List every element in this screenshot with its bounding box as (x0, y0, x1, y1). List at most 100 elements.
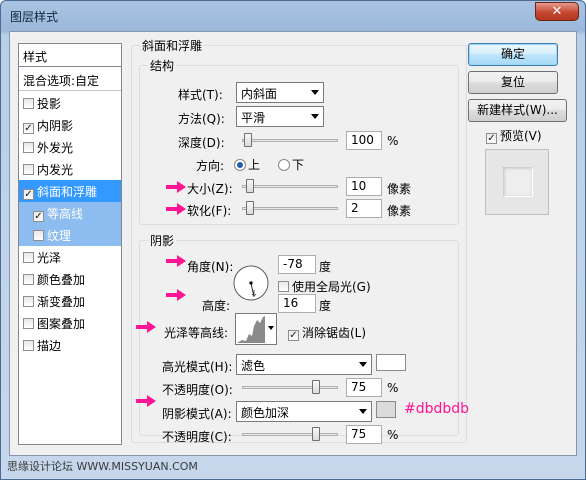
style-item-label: 内阴影 (37, 119, 74, 133)
style-item-contour[interactable]: ✓ 等高线 (19, 202, 121, 224)
checkbox-icon[interactable] (23, 274, 34, 285)
style-item-label: 等高线 (47, 207, 84, 221)
style-item-label: 内发光 (37, 163, 74, 177)
style-item-label: 投影 (37, 97, 62, 111)
size-slider-thumb[interactable] (246, 179, 254, 193)
style-item-drop-shadow[interactable]: 投影 (19, 92, 121, 114)
shadow-opacity-thumb[interactable] (312, 427, 320, 441)
highlight-opacity-thumb[interactable] (312, 380, 320, 394)
highlight-opacity-unit: % (387, 381, 399, 395)
altitude-unit: 度 (319, 299, 332, 313)
style-item-texture[interactable]: 纹理 (19, 224, 121, 246)
arrow-right-icon (136, 395, 156, 407)
style-item-label: 图案叠加 (37, 317, 86, 331)
style-preview-thumbnail (485, 149, 549, 215)
dialog-client: 样式 混合选项:自定 投影 ✓ 内阴影 外发光 内发光 ✓ 斜面和浮雕 ✓ 等高线 纹理 光泽 颜色叠… (9, 31, 577, 456)
style-item-label: 渐变叠加 (37, 295, 86, 309)
angle-label: 角度(N): (187, 260, 234, 274)
depth-input[interactable]: 100 (346, 131, 382, 150)
direction-up-radio[interactable]: 上 (234, 156, 260, 173)
shadow-opacity-slider[interactable] (242, 427, 338, 441)
soften-input[interactable]: 2 (346, 199, 382, 218)
global-light-checkbox[interactable]: 使用全局光(G) (278, 278, 371, 295)
style-select-value: 内斜面 (241, 87, 278, 101)
style-item-label: 描边 (37, 339, 62, 353)
soften-label: 软化(F): (187, 204, 232, 218)
style-item-color-overlay[interactable]: 颜色叠加 (19, 268, 121, 290)
shadow-color-annotation: #dbdbdb (404, 401, 470, 417)
checkbox-icon: ✓ (288, 330, 299, 341)
close-button[interactable]: ✕ (535, 2, 579, 21)
checkbox-icon[interactable]: ✓ (23, 123, 34, 134)
highlight-mode-select[interactable]: 滤色 (236, 354, 372, 375)
shadow-mode-select[interactable]: 颜色加深 (236, 401, 372, 422)
size-input[interactable]: 10 (346, 177, 382, 196)
style-item-bevel-emboss[interactable]: ✓ 斜面和浮雕 (19, 180, 121, 202)
chevron-down-icon (359, 409, 367, 414)
style-item-stroke[interactable]: 描边 (19, 334, 121, 356)
checkbox-icon[interactable] (23, 98, 34, 109)
gloss-contour-label: 光泽等高线: (164, 326, 229, 340)
shadow-mode-value: 颜色加深 (241, 406, 290, 420)
altitude-input[interactable]: 16 (278, 294, 316, 313)
preview-checkbox[interactable]: ✓ 预览(V) (486, 127, 542, 144)
checkbox-icon[interactable] (33, 230, 44, 241)
chevron-down-icon (311, 114, 319, 119)
checkbox-icon[interactable]: ✓ (33, 211, 44, 222)
angle-input[interactable]: -78 (278, 255, 316, 274)
arrow-right-icon (166, 203, 186, 215)
shadow-opacity-input[interactable]: 75 (346, 425, 382, 444)
depth-slider[interactable] (242, 133, 338, 147)
style-item-pattern-overlay[interactable]: 图案叠加 (19, 312, 121, 334)
style-list-header[interactable]: 样式 (19, 44, 121, 67)
style-item-inner-shadow[interactable]: ✓ 内阴影 (19, 114, 121, 136)
soften-slider[interactable] (242, 201, 338, 215)
anti-alias-checkbox[interactable]: ✓ 消除锯齿(L) (288, 324, 366, 341)
style-item-label: 纹理 (47, 229, 72, 243)
highlight-opacity-input[interactable]: 75 (346, 378, 382, 397)
shadow-color-swatch[interactable] (376, 401, 396, 418)
arrow-right-icon (166, 255, 186, 267)
preview-label: 预览(V) (500, 129, 542, 143)
global-light-label: 使用全局光(G) (292, 280, 371, 294)
checkbox-icon[interactable] (23, 164, 34, 175)
chevron-down-icon (268, 326, 274, 330)
style-item-satin[interactable]: 光泽 (19, 246, 121, 268)
direction-down-radio[interactable]: 下 (278, 156, 304, 173)
blending-options-item[interactable]: 混合选项:自定 (19, 68, 121, 91)
soften-slider-thumb[interactable] (246, 201, 254, 215)
technique-select[interactable]: 平滑 (236, 106, 324, 127)
checkbox-icon[interactable] (23, 318, 34, 329)
anti-alias-label: 消除锯齿(L) (302, 326, 367, 340)
size-unit: 像素 (387, 182, 412, 196)
style-item-outer-glow[interactable]: 外发光 (19, 136, 121, 158)
ok-button[interactable]: 确定 (468, 43, 558, 66)
structure-title: 结构 (148, 57, 177, 74)
radio-off-icon (278, 159, 290, 171)
style-select[interactable]: 内斜面 (236, 82, 324, 103)
reset-button[interactable]: 复位 (468, 71, 558, 94)
layer-style-dialog: 图层样式 ✕ 样式 混合选项:自定 投影 ✓ 内阴影 外发光 内发光 ✓ 斜面和浮雕 ✓ 等高线… (0, 0, 586, 480)
highlight-color-swatch[interactable] (376, 354, 406, 371)
checkbox-icon[interactable] (23, 296, 34, 307)
angle-dial[interactable] (232, 264, 270, 302)
style-item-inner-glow[interactable]: 内发光 (19, 158, 121, 180)
highlight-opacity-slider[interactable] (242, 380, 338, 394)
gloss-contour-picker[interactable] (235, 313, 277, 345)
depth-slider-thumb[interactable] (244, 133, 252, 147)
contour-curve-icon (236, 314, 266, 344)
technique-select-value: 平滑 (241, 111, 266, 125)
size-label: 大小(Z): (187, 182, 233, 196)
style-label: 样式(T): (178, 88, 223, 102)
checkbox-icon[interactable] (23, 340, 34, 351)
depth-unit: % (387, 134, 399, 148)
style-item-gradient-overlay[interactable]: 渐变叠加 (19, 290, 121, 312)
checkbox-icon[interactable] (23, 142, 34, 153)
chevron-down-icon (359, 362, 367, 367)
checkbox-icon[interactable] (23, 252, 34, 263)
size-slider[interactable] (242, 179, 338, 193)
new-style-button[interactable]: 新建样式(W)... (468, 99, 567, 122)
shadow-mode-label: 阴影模式(A): (162, 407, 232, 421)
checkbox-icon[interactable]: ✓ (23, 189, 34, 200)
shadow-opacity-unit: % (387, 428, 399, 442)
